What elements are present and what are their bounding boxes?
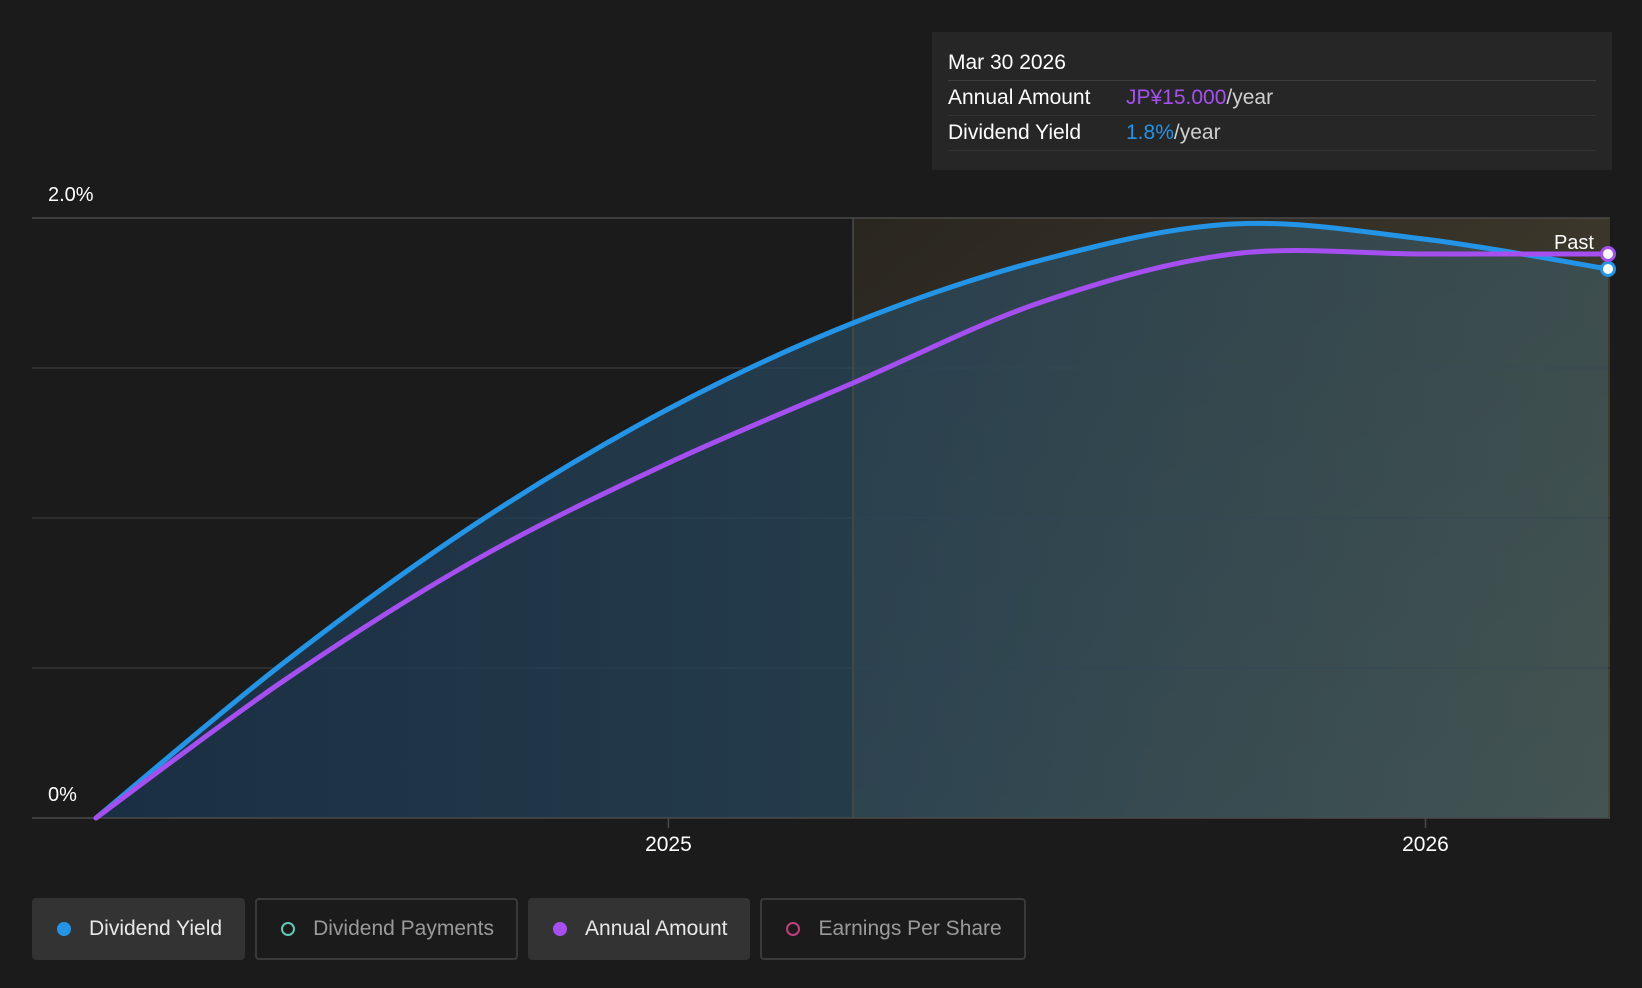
tooltip-date: Mar 30 2026 xyxy=(948,46,1596,81)
x-tick-label: 2025 xyxy=(645,833,692,856)
legend-label: Earnings Per Share xyxy=(818,917,1002,940)
legend-toggle-dividend-payments[interactable]: Dividend Payments xyxy=(255,898,519,960)
y-tick-label-top: 2.0% xyxy=(48,184,94,206)
dividend-payments-ring-icon xyxy=(281,922,296,936)
chart-tooltip: Mar 30 2026 Annual Amount JP¥15.000 /yea… xyxy=(932,32,1612,170)
legend-toggle-annual-amount[interactable]: Annual Amount xyxy=(528,898,751,960)
tooltip-row-annual-amount: Annual Amount JP¥15.000 /year xyxy=(948,81,1596,116)
legend-label: Annual Amount xyxy=(585,917,728,940)
annual-amount-end-marker xyxy=(1600,246,1616,262)
legend-toggle-dividend-yield[interactable]: Dividend Yield xyxy=(32,898,246,960)
legend-label: Dividend Yield xyxy=(89,917,223,940)
tooltip-row-dividend-yield: Dividend Yield 1.8% /year xyxy=(948,116,1596,151)
tooltip-value: JP¥15.000 xyxy=(1126,86,1227,109)
earnings-per-share-ring-icon xyxy=(786,922,801,936)
chart-legend: Dividend Yield Dividend Payments Annual … xyxy=(32,898,1026,960)
tooltip-unit: /year xyxy=(1226,86,1274,109)
tooltip-value: 1.8% xyxy=(1126,121,1174,144)
legend-toggle-earnings-per-share[interactable]: Earnings Per Share xyxy=(760,898,1026,960)
y-tick-label-bottom: 0% xyxy=(48,784,77,806)
dividend-yield-area xyxy=(96,223,1608,818)
tooltip-key: Annual Amount xyxy=(948,86,1091,109)
dividend-yield-dot-icon xyxy=(57,922,71,936)
past-label: Past xyxy=(1554,232,1594,254)
dividend-yield-end-marker xyxy=(1600,261,1616,277)
annual-amount-dot-icon xyxy=(553,922,568,936)
legend-label: Dividend Payments xyxy=(313,917,495,940)
x-tick-label: 2026 xyxy=(1402,833,1449,856)
tooltip-key: Dividend Yield xyxy=(948,121,1082,144)
tooltip-unit: /year xyxy=(1173,121,1221,144)
